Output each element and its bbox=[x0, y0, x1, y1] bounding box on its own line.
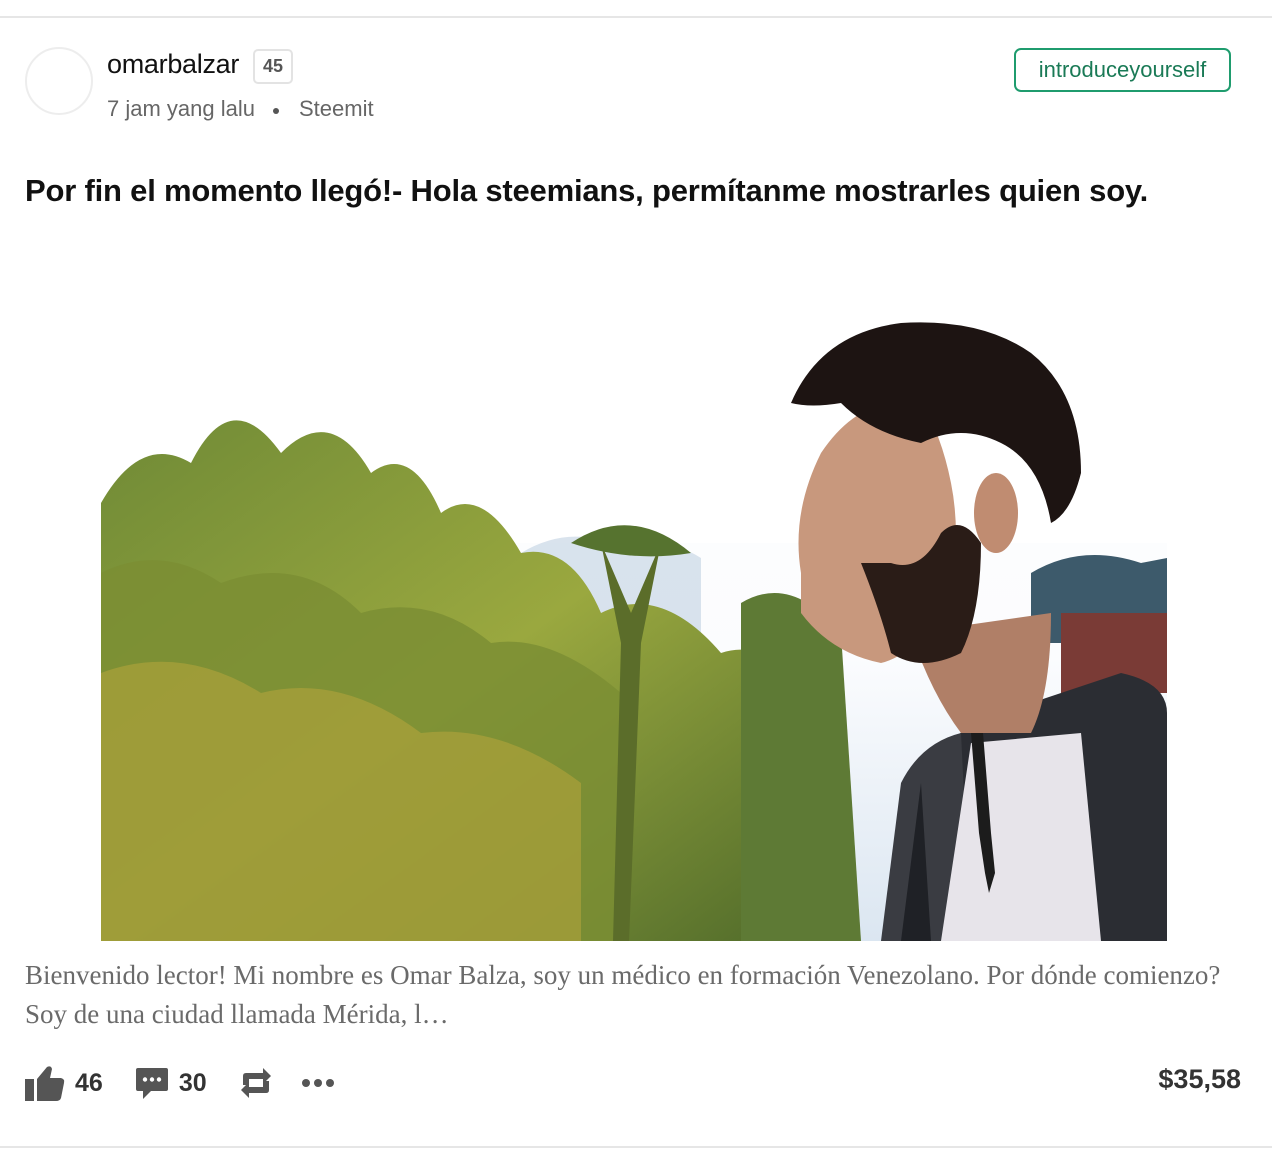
tag-button[interactable]: introduceyourself bbox=[1014, 48, 1231, 92]
upvote-group: 46 bbox=[25, 1065, 103, 1101]
post-actions: 46 30 bbox=[25, 1060, 335, 1106]
comments-group: 30 bbox=[135, 1066, 207, 1100]
post-excerpt[interactable]: Bienvenido lector! Mi nombre es Omar Bal… bbox=[25, 956, 1250, 1034]
bottom-divider bbox=[0, 1146, 1272, 1148]
post-title[interactable]: Por fin el momento llegó!- Hola steemian… bbox=[25, 170, 1255, 212]
resteem-arrows-icon[interactable] bbox=[239, 1067, 273, 1099]
reputation-badge: 45 bbox=[253, 49, 293, 84]
top-divider bbox=[0, 16, 1272, 18]
more-dots-icon[interactable] bbox=[301, 1078, 335, 1088]
author-name[interactable]: omarbalzar bbox=[107, 49, 239, 80]
vote-count[interactable]: 46 bbox=[75, 1069, 103, 1098]
post-image[interactable] bbox=[101, 313, 1167, 941]
thumbs-up-icon[interactable] bbox=[25, 1065, 65, 1101]
post-time[interactable]: 7 jam yang lalu bbox=[107, 96, 255, 122]
post-photo-illustration bbox=[101, 313, 1167, 941]
separator-dot bbox=[272, 108, 279, 114]
post-source: Steemit bbox=[298, 96, 374, 121]
comment-bubble-icon[interactable] bbox=[135, 1066, 169, 1100]
comment-count[interactable]: 30 bbox=[179, 1069, 207, 1098]
avatar[interactable] bbox=[25, 47, 93, 115]
post-meta: 7 jam yang lalu Steemit bbox=[107, 96, 374, 122]
payout-amount[interactable]: $35,58 bbox=[1158, 1064, 1241, 1095]
